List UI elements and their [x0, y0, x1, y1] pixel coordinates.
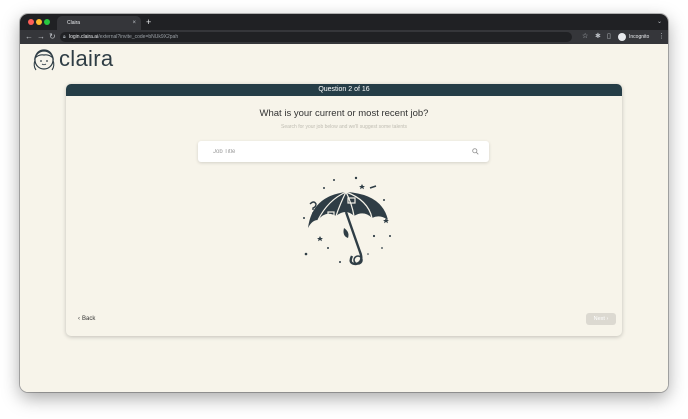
address-bar[interactable]: 🔒︎ login.claira.ai/external?invite_code=…: [60, 32, 572, 42]
browser-back-icon[interactable]: ←: [25, 30, 33, 44]
question-title: What is your current or most recent job?: [259, 108, 429, 119]
lock-icon[interactable]: 🔒︎: [63, 32, 66, 42]
url-path: /external?invite_code=bNUk9X2pah: [98, 34, 179, 40]
browser-toolbar: ← → ↻ 🔒︎ login.claira.ai/external?invite…: [20, 30, 668, 44]
chevron-left-icon: ‹: [78, 316, 80, 322]
next-button[interactable]: Next ›: [586, 313, 616, 325]
back-button[interactable]: ‹ Back: [78, 316, 95, 322]
tab-close-icon[interactable]: ×: [132, 16, 136, 30]
close-window-button[interactable]: [28, 19, 34, 25]
profile-label: Incognito: [629, 34, 650, 40]
browser-tab[interactable]: Claira ×: [57, 16, 141, 30]
menu-icon[interactable]: ⋮: [658, 30, 665, 44]
back-label: Back: [82, 316, 96, 322]
job-title-input[interactable]: [198, 141, 489, 162]
url-host: login.claira.ai: [69, 34, 99, 40]
brand-name: claira: [59, 46, 114, 71]
question-card: Question 2 of 16 What is your current or…: [66, 84, 622, 336]
job-title-search[interactable]: [198, 141, 489, 162]
reload-icon[interactable]: ↻: [49, 30, 56, 44]
minimize-window-button[interactable]: [36, 19, 42, 25]
next-label: Next: [593, 316, 605, 322]
claira-mascot-icon: [33, 49, 55, 71]
star-icon[interactable]: ☆: [582, 30, 588, 44]
claira-logo[interactable]: claira: [31, 46, 113, 72]
tab-title: Claira: [67, 20, 81, 26]
incognito-icon: [618, 33, 626, 41]
extension-icon[interactable]: ✱: [595, 30, 601, 44]
browser-titlebar: Claira × + ⌄: [20, 14, 668, 30]
browser-forward-icon[interactable]: →: [37, 30, 45, 44]
browser-window: Claira × + ⌄ ← → ↻ 🔒︎ login.claira.ai/ex…: [20, 14, 668, 392]
side-panel-icon[interactable]: ▯: [607, 30, 611, 44]
tab-search-icon[interactable]: ⌄: [657, 15, 662, 29]
umbrella-illustration: [303, 176, 391, 266]
search-icon[interactable]: [472, 148, 479, 155]
new-tab-button[interactable]: +: [146, 15, 151, 29]
incognito-profile[interactable]: Incognito: [618, 33, 649, 41]
maximize-window-button[interactable]: [44, 19, 50, 25]
page-viewport: claira Question 2 of 16 What is your cur…: [20, 44, 668, 392]
question-progress: Question 2 of 16: [66, 84, 622, 96]
question-hint: Search for your job below and we'll sugg…: [280, 124, 408, 130]
chevron-right-icon: ›: [606, 316, 609, 322]
